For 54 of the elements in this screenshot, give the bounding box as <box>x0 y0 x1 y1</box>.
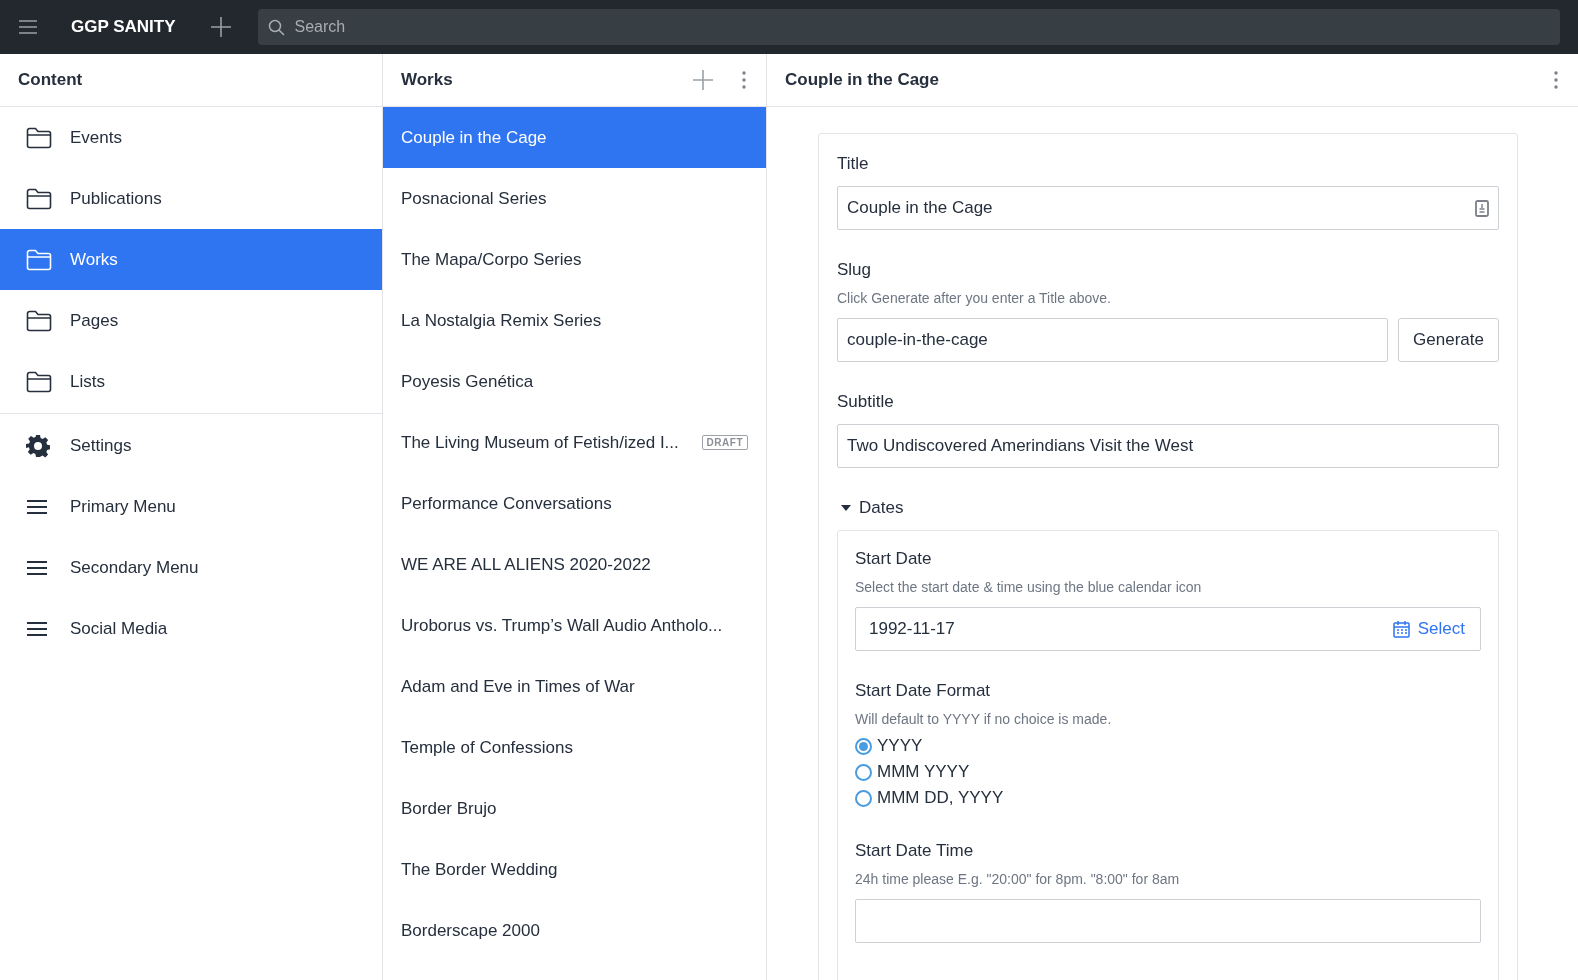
radio-option[interactable]: YYYY <box>855 733 1481 759</box>
calendar-icon <box>1392 620 1410 638</box>
fieldset-toggle[interactable]: Dates <box>837 498 904 518</box>
plus-icon <box>209 16 232 38</box>
more-button[interactable] <box>740 71 748 89</box>
radio-button[interactable] <box>855 737 872 755</box>
folder-icon <box>26 126 52 149</box>
document-list-item[interactable]: Couple in the Cage <box>383 107 766 168</box>
menu-button[interactable] <box>18 19 38 35</box>
kebab-icon <box>1554 71 1558 89</box>
sidebar-item[interactable]: Works <box>0 229 382 290</box>
input-field[interactable] <box>855 899 1481 943</box>
menu-icon <box>18 19 38 35</box>
folder-icon <box>26 309 52 332</box>
field-label: Subtitle <box>837 392 895 412</box>
folder-icon <box>26 370 52 393</box>
settings-icon <box>26 433 50 458</box>
create-button[interactable] <box>209 16 232 38</box>
select-date-button[interactable]: Select <box>1386 619 1471 639</box>
field-description: 24h time please E.g. "20:00" for 8pm. "8:00" for 8am <box>855 871 1181 887</box>
input-field[interactable]: 1992-11-17 Select <box>855 607 1481 651</box>
folder-icon <box>26 248 52 271</box>
document-title: Couple in the Cage <box>785 70 940 90</box>
folder-icon <box>26 187 52 210</box>
status-badge: DRAFT <box>701 435 748 450</box>
input-field[interactable]: Couple in the Cage <box>837 186 1499 230</box>
plus-icon <box>692 69 714 91</box>
field-label: Title <box>837 154 870 174</box>
field-label: Start Date <box>855 549 933 569</box>
field-label: Start Date Format <box>855 681 992 701</box>
kebab-icon <box>742 71 746 89</box>
field-description: Select the start date & time using the blue calendar icon <box>855 579 1203 595</box>
document-icon <box>1475 199 1489 217</box>
field-description: Click Generate after you enter a Title above. <box>837 290 1112 306</box>
radio-option[interactable]: MMM DD, YYYY <box>855 785 1481 811</box>
generate-button[interactable]: Generate <box>1398 318 1499 362</box>
menu-icon <box>26 620 48 637</box>
pane-title: Content <box>18 70 84 90</box>
search-icon <box>267 18 285 36</box>
field-description: Will default to YYYY if no choice is made. <box>855 711 1113 727</box>
menu-icon <box>26 559 48 576</box>
radio-button[interactable] <box>855 763 872 781</box>
field-label: Slug <box>837 260 873 280</box>
menu-icon <box>26 498 48 515</box>
add-button[interactable] <box>690 69 716 91</box>
pane-title: Works <box>401 70 454 90</box>
input-field[interactable]: couple-in-the-cage <box>837 318 1389 362</box>
radio-option[interactable]: MMM YYYY <box>855 759 1481 785</box>
radio-button[interactable] <box>855 789 872 807</box>
input-field[interactable]: Two Undiscovered Amerindians Visit the West <box>837 424 1499 468</box>
more-button[interactable] <box>1552 71 1560 89</box>
caret-icon <box>841 505 851 511</box>
field-label: Start Date Time <box>855 841 975 861</box>
app-title[interactable]: GGP SANITY <box>71 17 176 37</box>
